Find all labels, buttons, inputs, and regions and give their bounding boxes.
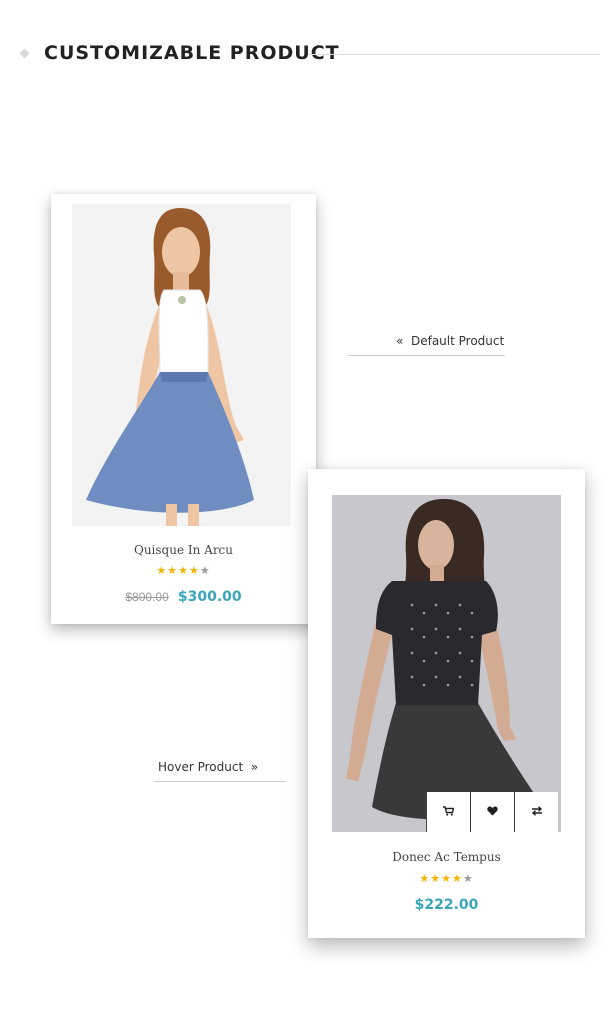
left-arrow-icon: « [396, 334, 404, 348]
current-price: $300.00 [177, 589, 242, 605]
default-link-underline [348, 355, 505, 356]
current-price: $222.00 [414, 897, 479, 913]
add-to-cart-button[interactable] [426, 792, 470, 832]
star-empty-icon: ★ [199, 564, 211, 577]
product-card-hover[interactable]: Donec Ac Tempus ★★★★★ $222.00 [308, 469, 585, 938]
right-arrow-icon: » [250, 760, 259, 774]
wishlist-button[interactable] [470, 792, 514, 832]
hover-link-underline [154, 781, 286, 782]
default-product-label: Default Product [410, 334, 505, 348]
default-product-link[interactable]: « Default Product [396, 334, 504, 348]
star-icon: ★ [156, 564, 168, 577]
cart-icon [443, 805, 455, 819]
product-name[interactable]: Quisque In Arcu [51, 543, 316, 557]
star-icon: ★ [188, 564, 200, 577]
product-name[interactable]: Donec Ac Tempus [308, 850, 585, 864]
heart-icon [487, 806, 498, 819]
star-icon: ★ [451, 872, 463, 885]
hover-product-label: Hover Product [158, 760, 244, 774]
compare-button[interactable] [514, 792, 558, 832]
star-icon: ★ [167, 564, 179, 577]
hover-action-bar [426, 792, 558, 832]
product-image[interactable] [332, 495, 561, 832]
star-icon: ★ [419, 872, 431, 885]
rating-stars: ★★★★★ [51, 565, 316, 577]
header-diamond-icon [19, 48, 30, 59]
compare-icon [531, 805, 543, 819]
star-icon: ★ [441, 872, 452, 885]
star-icon: ★ [430, 872, 442, 885]
star-empty-icon: ★ [462, 872, 474, 885]
header-divider [308, 54, 600, 55]
rating-stars: ★★★★★ [308, 873, 585, 885]
product-card-default[interactable]: Quisque In Arcu ★★★★★ $800.00 $300.00 [51, 194, 316, 624]
section-title: CUSTOMIZABLE PRODUCT [44, 42, 340, 64]
hover-product-link[interactable]: Hover Product » [158, 760, 258, 774]
price-block: $222.00 [308, 894, 585, 913]
star-icon: ★ [178, 564, 189, 577]
price-block: $800.00 $300.00 [51, 586, 316, 605]
product-image[interactable] [72, 204, 291, 526]
old-price: $800.00 [125, 590, 169, 604]
